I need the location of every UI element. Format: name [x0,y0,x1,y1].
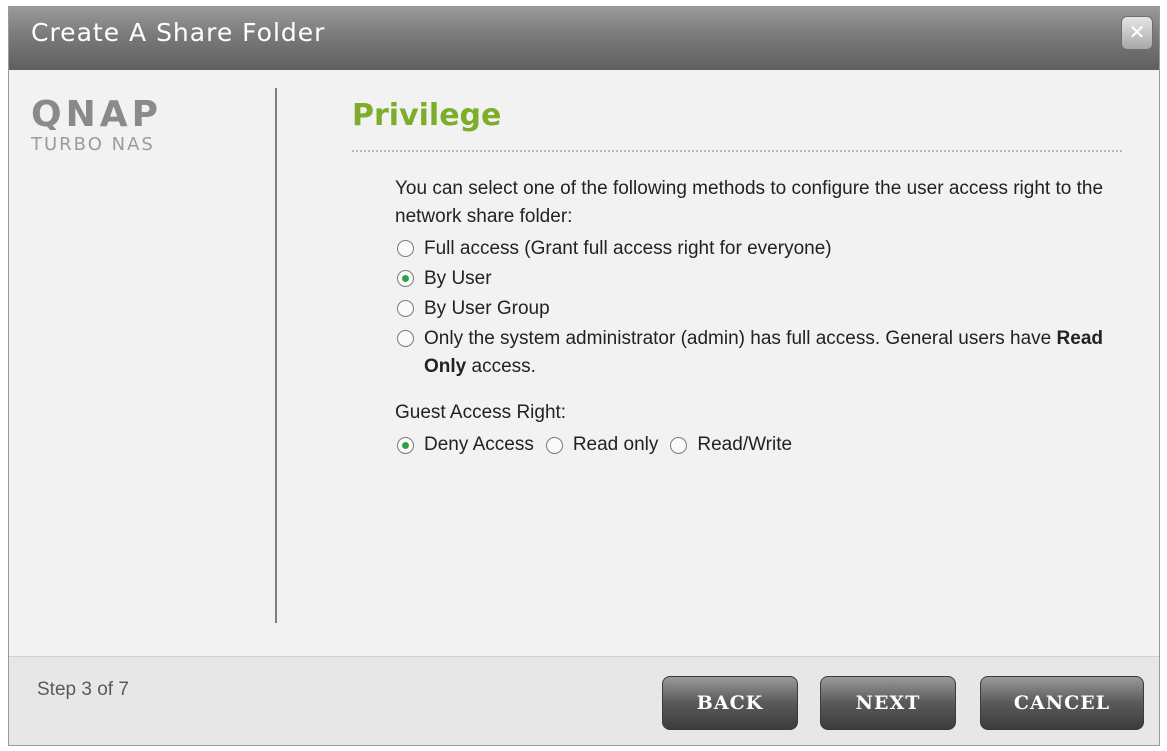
option-label: By User Group [424,298,550,319]
radio-read-write[interactable] [670,436,688,454]
privilege-form: You can select one of the following meth… [395,175,1115,459]
step-indicator: Step 3 of 7 [37,679,129,700]
vertical-divider [275,88,277,623]
guest-option-label: Deny Access [424,434,534,455]
radio-admin-only[interactable] [397,330,414,347]
close-icon: ✕ [1128,20,1146,44]
back-button[interactable]: BACK [662,676,798,730]
guest-option-label: Read/Write [697,434,793,455]
option-admin-only[interactable]: Only the system administrator (admin) ha… [395,325,1115,381]
radio-by-user-group[interactable] [397,300,414,317]
radio-full-access[interactable] [397,240,414,257]
option-by-user[interactable]: By User [395,265,1115,293]
option-by-user-group[interactable]: By User Group [395,295,1115,323]
close-button[interactable]: ✕ [1121,16,1153,50]
create-share-folder-dialog: Create A Share Folder ✕ QNAP TURBO NAS P… [8,6,1160,746]
logo-text: QNAP [31,96,162,130]
radio-read-only[interactable] [545,436,563,454]
next-button[interactable]: NEXT [820,676,956,730]
description-text: You can select one of the following meth… [395,178,1104,227]
guest-access-options: Deny Access Read only Read/Write [395,431,1115,459]
qnap-logo-mark: QNAP [31,96,162,130]
guest-access-title: Guest Access Right: [395,402,567,423]
qnap-logo: QNAP TURBO NAS [31,96,221,155]
logo-subtitle: TURBO NAS [31,134,155,155]
dialog-title: Create A Share Folder [31,18,326,47]
option-label: Only the system administrator (admin) ha… [424,325,1115,381]
page-title: Privilege [352,98,502,133]
option-label: By User [424,268,492,289]
guest-option-label: Read only [572,434,659,455]
cancel-button[interactable]: CANCEL [980,676,1144,730]
option-full-access[interactable]: Full access (Grant full access right for… [395,235,1115,263]
radio-deny-access[interactable] [397,436,414,454]
title-bar[interactable]: Create A Share Folder ✕ [9,7,1159,70]
option-label: Full access (Grant full access right for… [424,238,832,259]
option-label-pre: Only the system administrator (admin) ha… [424,328,1057,349]
dialog-footer: Step 3 of 7 BACK NEXT CANCEL [9,656,1159,745]
option-label-post: access. [466,356,536,377]
radio-by-user[interactable] [397,270,414,287]
dotted-divider [352,150,1122,152]
dialog-content: QNAP TURBO NAS Privilege You can select … [9,70,1159,656]
